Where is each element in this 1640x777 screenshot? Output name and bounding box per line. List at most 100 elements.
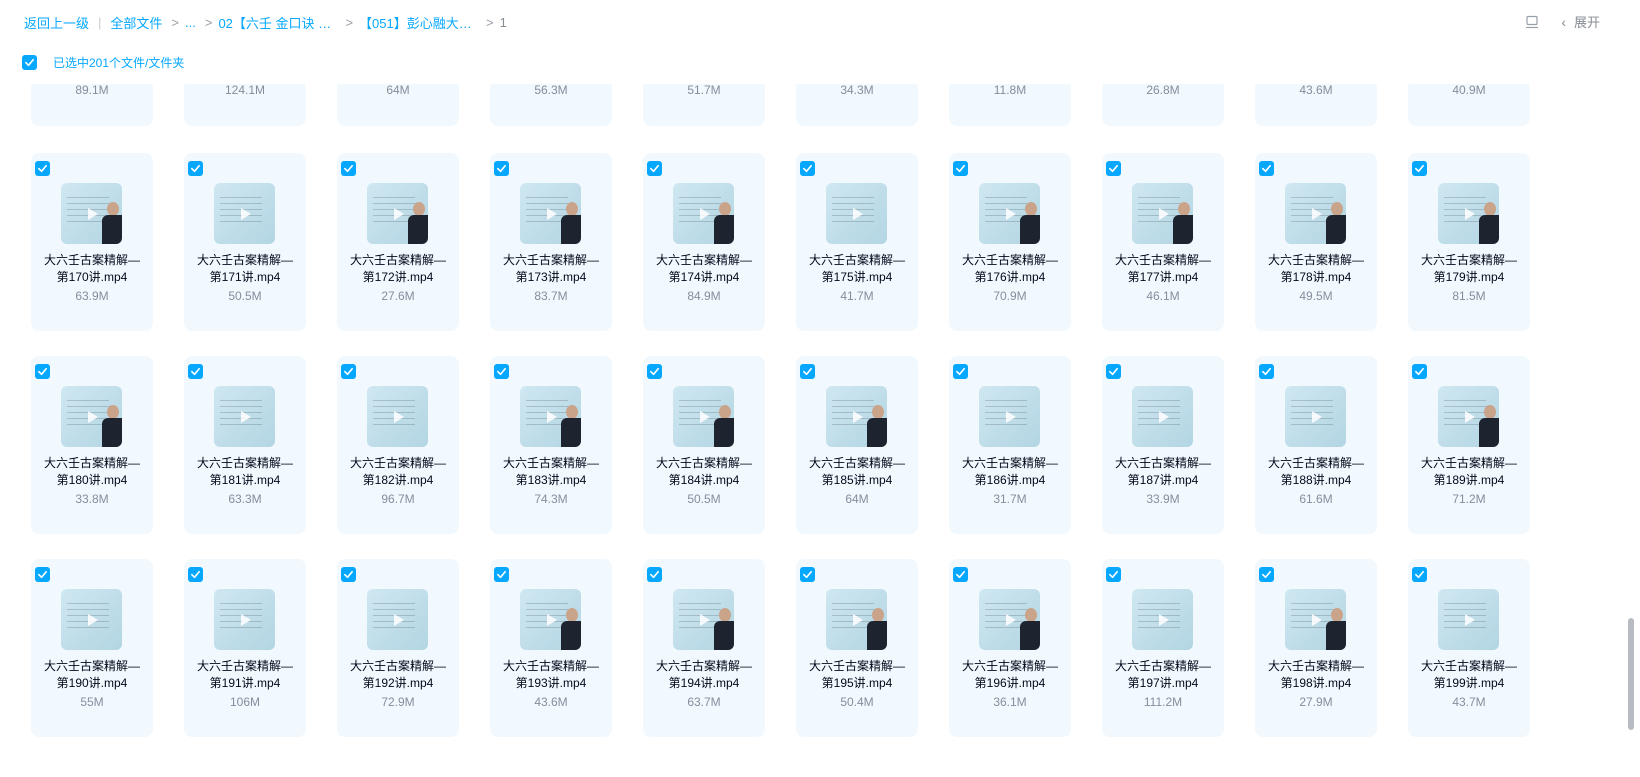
file-name[interactable]: 大六壬古案精解— 第180讲.mp4 [31,455,153,489]
checkbox-checked-icon[interactable] [341,364,356,379]
checkbox-checked-icon[interactable] [35,161,50,176]
checkbox-checked-icon[interactable] [953,567,968,582]
video-thumbnail[interactable] [367,589,428,650]
file-card[interactable]: 大六壬古案精解— 第198讲.mp4 27.9M [1255,559,1377,737]
file-card[interactable]: 56.3M [490,84,612,126]
file-card[interactable]: 大六壬古案精解— 第190讲.mp4 55M [31,559,153,737]
file-name[interactable]: 大六壬古案精解— 第173讲.mp4 [490,252,612,286]
file-card[interactable]: 11.8M [949,84,1071,126]
file-card[interactable]: 大六壬古案精解— 第192讲.mp4 72.9M [337,559,459,737]
video-thumbnail[interactable] [367,386,428,447]
file-card[interactable]: 大六壬古案精解— 第174讲.mp4 84.9M [643,153,765,331]
file-card[interactable]: 大六壬古案精解— 第181讲.mp4 63.3M [184,356,306,534]
checkbox-checked-icon[interactable] [188,567,203,582]
checkbox-checked-icon[interactable] [1106,364,1121,379]
file-card[interactable]: 34.3M [796,84,918,126]
checkbox-checked-icon[interactable] [35,567,50,582]
file-name[interactable]: 大六壬古案精解— 第199讲.mp4 [1408,658,1530,692]
file-card[interactable]: 大六壬古案精解— 第175讲.mp4 41.7M [796,153,918,331]
file-card[interactable]: 89.1M [31,84,153,126]
file-name[interactable]: 大六壬古案精解— 第194讲.mp4 [643,658,765,692]
file-card[interactable]: 大六壬古案精解— 第187讲.mp4 33.9M [1102,356,1224,534]
file-name[interactable]: 大六壬古案精解— 第195讲.mp4 [796,658,918,692]
file-name[interactable]: 大六壬古案精解— 第190讲.mp4 [31,658,153,692]
checkbox-checked-icon[interactable] [494,161,509,176]
video-thumbnail[interactable] [826,386,887,447]
file-card[interactable]: 大六壬古案精解— 第178讲.mp4 49.5M [1255,153,1377,331]
file-name[interactable]: 大六壬古案精解— 第191讲.mp4 [184,658,306,692]
video-thumbnail[interactable] [1285,589,1346,650]
file-name[interactable]: 大六壬古案精解— 第174讲.mp4 [643,252,765,286]
file-name[interactable]: 大六壬古案精解— 第179讲.mp4 [1408,252,1530,286]
file-card[interactable]: 大六壬古案精解— 第191讲.mp4 106M [184,559,306,737]
video-thumbnail[interactable] [673,386,734,447]
scrollbar[interactable] [1628,618,1634,730]
file-name[interactable]: 大六壬古案精解— 第192讲.mp4 [337,658,459,692]
checkbox-checked-icon[interactable] [1412,567,1427,582]
file-card[interactable]: 大六壬古案精解— 第177讲.mp4 46.1M [1102,153,1224,331]
video-thumbnail[interactable] [673,589,734,650]
breadcrumb-all-files[interactable]: 全部文件 [110,13,162,32]
breadcrumb-item-051[interactable]: 【051】彭心融大六... [359,13,477,32]
file-card[interactable]: 大六壬古案精解— 第173讲.mp4 83.7M [490,153,612,331]
video-thumbnail[interactable] [520,183,581,244]
video-thumbnail[interactable] [979,386,1040,447]
video-thumbnail[interactable] [1132,386,1193,447]
select-all-checkbox-icon[interactable] [22,55,37,70]
video-thumbnail[interactable] [520,386,581,447]
video-thumbnail[interactable] [214,183,275,244]
file-name[interactable]: 大六壬古案精解— 第188讲.mp4 [1255,455,1377,489]
file-name[interactable]: 大六壬古案精解— 第196讲.mp4 [949,658,1071,692]
checkbox-checked-icon[interactable] [800,161,815,176]
checkbox-checked-icon[interactable] [1259,364,1274,379]
checkbox-checked-icon[interactable] [953,364,968,379]
monitor-icon[interactable] [1525,15,1539,29]
file-name[interactable]: 大六壬古案精解— 第178讲.mp4 [1255,252,1377,286]
video-thumbnail[interactable] [979,589,1040,650]
file-card[interactable]: 大六壬古案精解— 第199讲.mp4 43.7M [1408,559,1530,737]
file-name[interactable]: 大六壬古案精解— 第171讲.mp4 [184,252,306,286]
file-name[interactable]: 大六壬古案精解— 第183讲.mp4 [490,455,612,489]
file-card[interactable]: 大六壬古案精解— 第170讲.mp4 63.9M [31,153,153,331]
video-thumbnail[interactable] [61,589,122,650]
file-name[interactable]: 大六壬古案精解— 第177讲.mp4 [1102,252,1224,286]
file-name[interactable]: 大六壬古案精解— 第198讲.mp4 [1255,658,1377,692]
file-card[interactable]: 大六壬古案精解— 第172讲.mp4 27.6M [337,153,459,331]
file-card[interactable]: 26.8M [1102,84,1224,126]
chevron-left-icon[interactable]: ‹ [1561,14,1566,30]
checkbox-checked-icon[interactable] [35,364,50,379]
video-thumbnail[interactable] [1132,183,1193,244]
file-card[interactable]: 124.1M [184,84,306,126]
video-thumbnail[interactable] [214,589,275,650]
file-name[interactable]: 大六壬古案精解— 第193讲.mp4 [490,658,612,692]
file-name[interactable]: 大六壬古案精解— 第186讲.mp4 [949,455,1071,489]
video-thumbnail[interactable] [367,183,428,244]
file-name[interactable]: 大六壬古案精解— 第187讲.mp4 [1102,455,1224,489]
file-card[interactable]: 51.7M [643,84,765,126]
video-thumbnail[interactable] [1132,589,1193,650]
file-name[interactable]: 大六壬古案精解— 第185讲.mp4 [796,455,918,489]
file-card[interactable]: 大六壬古案精解— 第196讲.mp4 36.1M [949,559,1071,737]
video-thumbnail[interactable] [61,386,122,447]
file-name[interactable]: 大六壬古案精解— 第184讲.mp4 [643,455,765,489]
expand-button[interactable]: 展开 [1574,12,1600,31]
file-card[interactable]: 大六壬古案精解— 第171讲.mp4 50.5M [184,153,306,331]
checkbox-checked-icon[interactable] [188,161,203,176]
video-thumbnail[interactable] [214,386,275,447]
checkbox-checked-icon[interactable] [647,161,662,176]
file-name[interactable]: 大六壬古案精解— 第182讲.mp4 [337,455,459,489]
file-name[interactable]: 大六壬古案精解— 第176讲.mp4 [949,252,1071,286]
checkbox-checked-icon[interactable] [494,567,509,582]
video-thumbnail[interactable] [1285,183,1346,244]
file-name[interactable]: 大六壬古案精解— 第172讲.mp4 [337,252,459,286]
video-thumbnail[interactable] [520,589,581,650]
checkbox-checked-icon[interactable] [647,567,662,582]
file-card[interactable]: 大六壬古案精解— 第193讲.mp4 43.6M [490,559,612,737]
checkbox-checked-icon[interactable] [800,567,815,582]
file-name[interactable]: 大六壬古案精解— 第197讲.mp4 [1102,658,1224,692]
checkbox-checked-icon[interactable] [800,364,815,379]
back-link[interactable]: 返回上一级 [24,13,89,32]
file-card[interactable]: 大六壬古案精解— 第182讲.mp4 96.7M [337,356,459,534]
video-thumbnail[interactable] [1438,183,1499,244]
file-card[interactable]: 大六壬古案精解— 第180讲.mp4 33.8M [31,356,153,534]
